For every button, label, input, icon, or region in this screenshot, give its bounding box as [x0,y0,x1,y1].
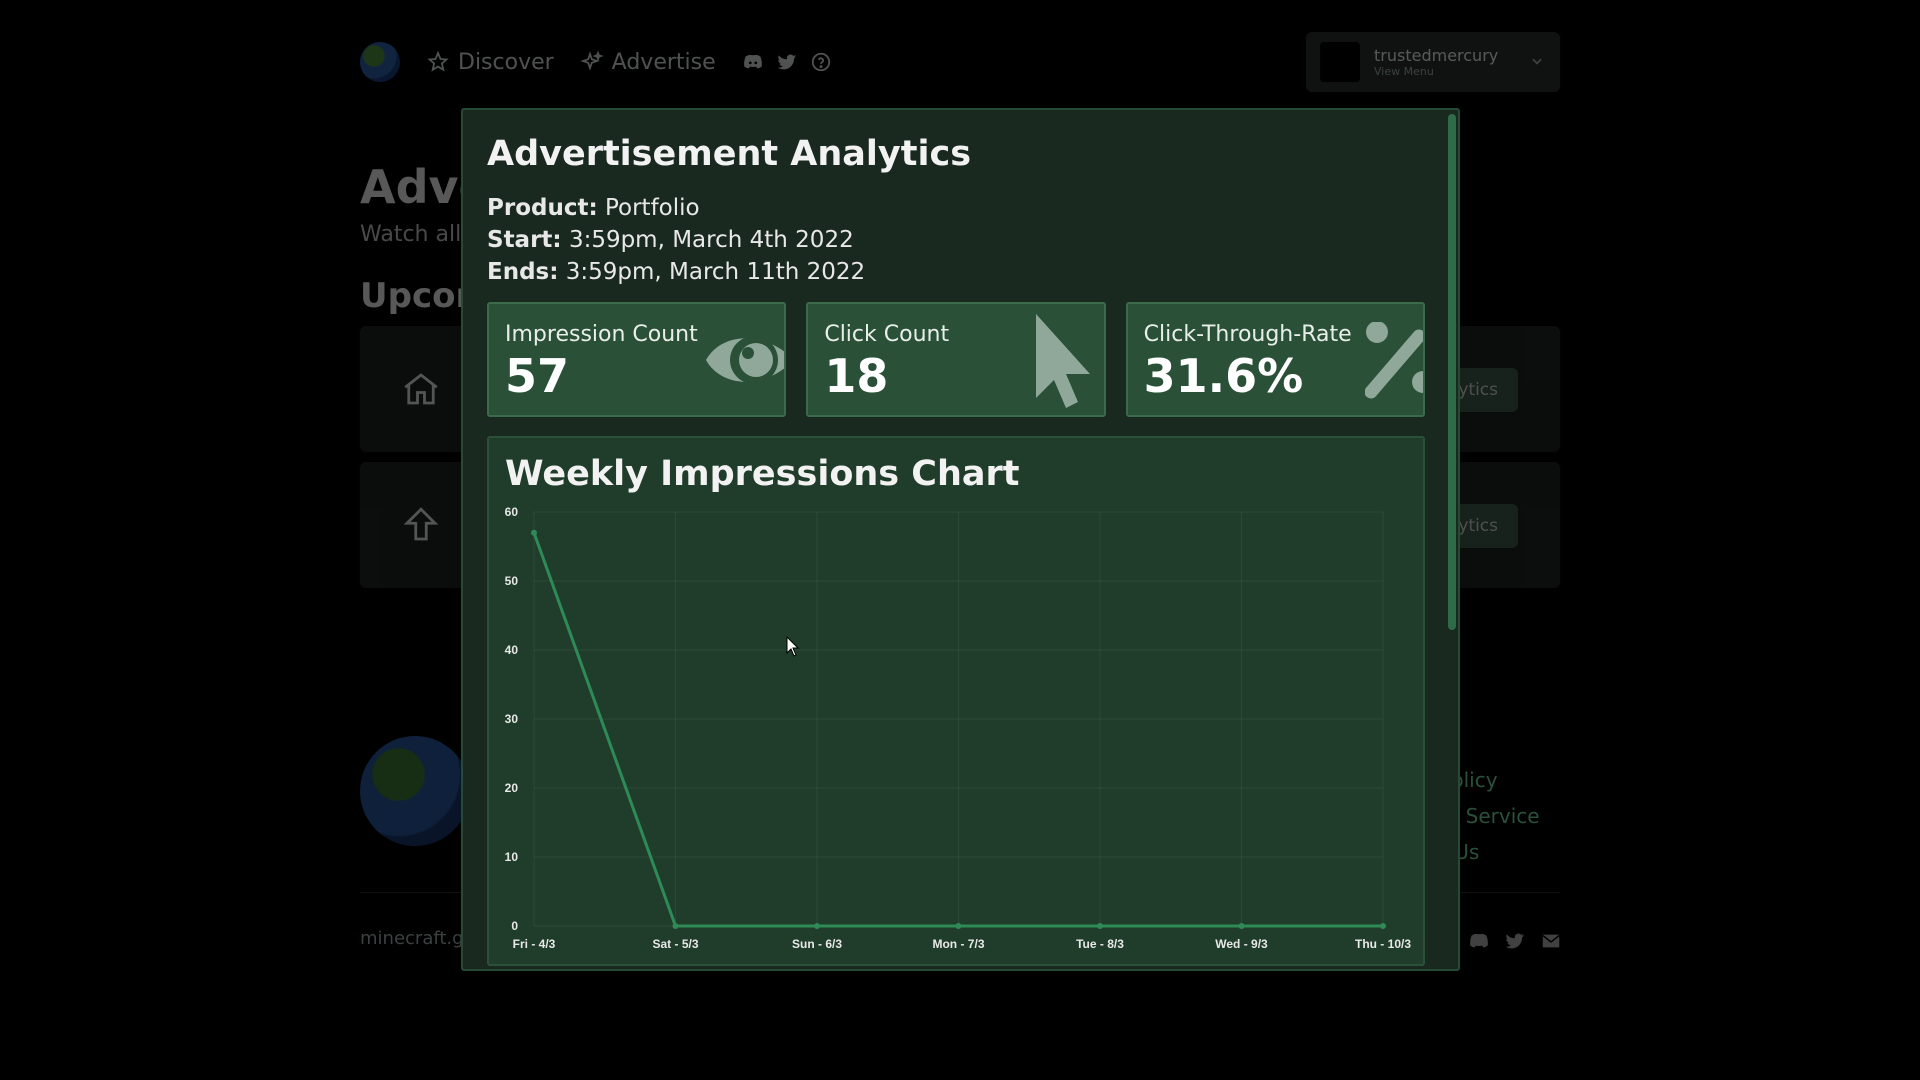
mail-icon[interactable] [1540,930,1562,952]
analytics-modal: Advertisement Analytics Product: Portfol… [461,108,1460,971]
product-label: Product: [487,195,598,221]
start-row: Start: 3:59pm, March 4th 2022 [487,224,865,256]
help-icon[interactable] [810,51,832,73]
y-tick-label: 10 [505,850,519,864]
x-tick-label: Sat - 5/3 [652,937,698,951]
twitter-icon[interactable] [776,51,798,73]
modal-scrollbar[interactable] [1448,114,1456,630]
mouse-cursor-icon [786,636,800,657]
stat-ctr: Click-Through-Rate 31.6% [1125,302,1425,417]
data-point [531,529,537,536]
chevron-down-icon [1532,58,1542,65]
chart-title: Weekly Impressions Chart [505,454,1020,494]
y-tick-label: 30 [505,712,519,726]
ends-value: 3:59pm, March 11th 2022 [565,259,866,285]
arrow-up-icon [403,507,439,541]
data-point [672,923,679,929]
product-row: Product: Portfolio [487,192,865,224]
top-nav: Discover Advertise [360,40,832,84]
social-links [742,51,832,73]
start-value: 3:59pm, March 4th 2022 [568,227,854,253]
x-tick-label: Sun - 6/3 [792,937,842,951]
ends-label: Ends: [487,259,559,285]
nav-advertise[interactable]: Advertise [579,49,716,75]
stars-icon [427,50,449,72]
user-menu-hint: View Menu [1374,65,1434,78]
product-value: Portfolio [604,195,700,221]
y-tick-label: 50 [505,574,519,588]
data-point [1380,923,1386,929]
stat-impressions: Impression Count 57 [487,302,787,417]
stats-row: Impression Count 57 Click Count 18 Click… [487,302,1425,417]
stat-value: 31.6% [1143,349,1304,403]
stat-label: Click Count [824,322,950,347]
nav-discover-label: Discover [458,49,554,75]
x-tick-label: Tue - 8/3 [1076,937,1124,951]
stat-value: 57 [505,349,570,403]
data-point [1097,923,1103,929]
start-label: Start: [487,227,562,253]
page-subtitle: Watch all [360,222,462,247]
footer-domain: minecraft.gl [360,928,469,949]
x-tick-label: Thu - 10/3 [1355,937,1411,951]
y-tick-label: 60 [505,505,519,519]
y-tick-label: 40 [505,643,519,657]
x-tick-label: Wed - 9/3 [1215,937,1268,951]
home-icon [404,373,438,405]
avatar [1320,42,1360,82]
weekly-impressions-chart: Weekly Impressions Chart 0 10 20 30 40 50 60 Fr… [487,436,1425,966]
data-point [955,923,962,929]
nav-advertise-label: Advertise [611,49,716,75]
data-point [1238,923,1245,929]
ends-row: Ends: 3:59pm, March 11th 2022 [487,256,865,288]
user-menu[interactable]: trustedmercury View Menu [1306,32,1560,92]
x-tick-label: Fri - 4/3 [513,937,556,951]
x-tick-label: Mon - 7/3 [932,937,984,951]
y-tick-label: 0 [511,919,518,933]
twitter-icon[interactable] [1504,930,1526,952]
user-name: trustedmercury [1374,46,1499,65]
site-logo[interactable] [360,42,400,82]
line-chart: 0 10 20 30 40 50 60 Fri - 4/3 Sat - 5/3 Sun - 6/3… [505,505,1412,951]
stat-label: Impression Count [505,322,698,347]
stat-label: Click-Through-Rate [1143,322,1352,347]
nav-discover[interactable]: Discover [426,50,554,75]
stat-clicks: Click Count 18 [806,302,1106,417]
data-point [814,923,820,929]
y-tick-label: 20 [505,781,519,795]
discord-icon[interactable] [1468,930,1490,952]
ad-details: Product: Portfolio Start: 3:59pm, March … [487,192,865,288]
footer-logo [360,736,470,846]
modal-title: Advertisement Analytics [487,134,972,174]
footer-social [1468,930,1562,952]
discord-icon[interactable] [742,51,764,73]
sparkles-icon [579,50,604,71]
stat-value: 18 [824,349,889,403]
